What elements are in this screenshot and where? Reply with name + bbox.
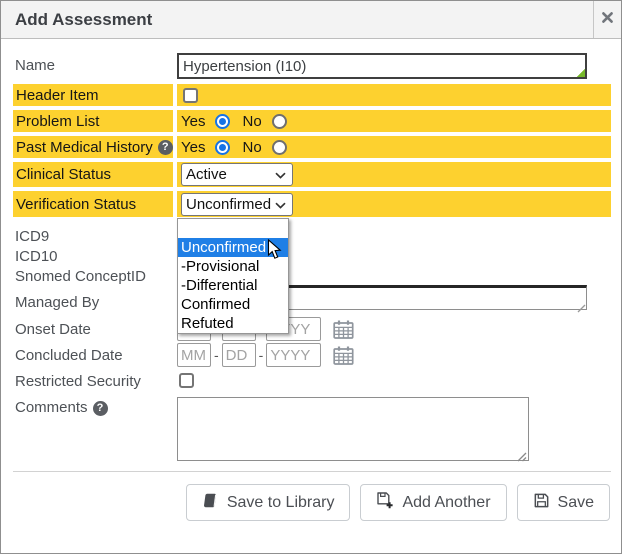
name-input-corner-marker	[577, 69, 585, 77]
resize-handle[interactable]	[577, 300, 586, 318]
verification-status-label: Verification Status	[16, 196, 136, 213]
clinical-status-select[interactable]: Active	[181, 163, 293, 186]
problem-list-label: Problem List	[16, 113, 99, 130]
problem-list-row: Problem List Yes No	[13, 110, 611, 132]
verification-status-select[interactable]: Unconfirmed	[181, 193, 293, 216]
header-item-value-cell	[177, 84, 611, 106]
problem-list-value-cell: Yes No	[177, 110, 611, 132]
concluded-day-input[interactable]	[222, 343, 256, 367]
restricted-security-checkbox[interactable]	[179, 373, 194, 388]
dialog-title: Add Assessment	[15, 1, 152, 38]
mouse-cursor-icon	[267, 239, 282, 265]
pmh-yes-radio[interactable]	[215, 140, 230, 155]
dialog-titlebar: Add Assessment	[1, 1, 621, 39]
past-medical-history-label: Past Medical History	[16, 139, 153, 156]
problem-list-yes-radio[interactable]	[215, 114, 230, 129]
concluded-date-group: - -	[177, 343, 354, 367]
book-icon	[202, 492, 219, 514]
verification-status-dropdown: Unconfirmed -Provisional -Differential C…	[177, 218, 289, 334]
clinical-status-label: Clinical Status	[16, 166, 111, 183]
add-another-button[interactable]: Add Another	[360, 484, 506, 521]
comments-label-wrap: Comments ?	[15, 398, 108, 418]
footer-button-bar: Save to Library Add Another Save	[186, 484, 610, 521]
comments-label: Comments	[15, 398, 88, 418]
concluded-year-input[interactable]	[266, 343, 321, 367]
dropdown-option-confirmed[interactable]: Confirmed	[178, 295, 288, 314]
header-item-label-cell: Header Item	[13, 84, 173, 106]
snomed-conceptid-label: Snomed ConceptID	[15, 267, 146, 287]
add-assessment-dialog: Add Assessment Name Header Item Problem …	[0, 0, 622, 554]
verification-status-label-cell: Verification Status	[13, 191, 173, 217]
concluded-date-label: Concluded Date	[15, 346, 123, 366]
date-separator: -	[214, 347, 219, 363]
pmh-no-label: No	[242, 139, 261, 156]
problem-list-no-label: No	[242, 113, 261, 130]
pmh-yes-label: Yes	[181, 139, 205, 156]
save-button[interactable]: Save	[517, 484, 610, 521]
calendar-icon[interactable]	[333, 346, 354, 365]
help-icon[interactable]: ?	[158, 140, 173, 155]
dropdown-option-blank[interactable]	[178, 219, 288, 238]
chevron-down-icon	[275, 166, 286, 183]
clinical-status-label-cell: Clinical Status	[13, 162, 173, 187]
icd10-label: ICD10	[15, 247, 58, 267]
problem-list-no-radio[interactable]	[272, 114, 287, 129]
verification-status-value-cell: Unconfirmed	[177, 191, 611, 217]
add-another-label: Add Another	[402, 494, 490, 512]
verification-status-selected-value: Unconfirmed	[186, 196, 271, 213]
restricted-security-label: Restricted Security	[15, 372, 141, 392]
date-separator: -	[259, 347, 264, 363]
floppy-plus-icon	[376, 491, 394, 514]
clinical-status-selected-value: Active	[186, 166, 227, 183]
dropdown-option-refuted[interactable]: Refuted	[178, 314, 288, 333]
save-label: Save	[558, 494, 594, 512]
concluded-month-input[interactable]	[177, 343, 211, 367]
footer-divider	[13, 471, 611, 472]
onset-date-label: Onset Date	[15, 320, 91, 340]
save-to-library-button[interactable]: Save to Library	[186, 484, 351, 521]
name-label: Name	[15, 56, 55, 76]
clinical-status-value-cell: Active	[177, 162, 611, 187]
dropdown-option-differential[interactable]: -Differential	[178, 276, 288, 295]
resize-handle[interactable]	[517, 449, 527, 467]
past-medical-history-value-cell: Yes No	[177, 136, 611, 158]
header-item-row: Header Item	[13, 84, 611, 106]
clinical-status-row: Clinical Status Active	[13, 162, 611, 187]
problem-list-label-cell: Problem List	[13, 110, 173, 132]
pmh-no-radio[interactable]	[272, 140, 287, 155]
floppy-disk-icon	[533, 492, 550, 514]
close-icon	[601, 11, 614, 29]
header-item-checkbox[interactable]	[183, 88, 198, 103]
icd9-label: ICD9	[15, 227, 49, 247]
close-button[interactable]	[593, 1, 621, 38]
past-medical-history-row: Past Medical History ? Yes No	[13, 136, 611, 158]
header-item-label: Header Item	[16, 87, 99, 104]
name-input[interactable]	[177, 53, 587, 79]
calendar-icon[interactable]	[333, 320, 354, 339]
save-to-library-label: Save to Library	[227, 494, 335, 512]
problem-list-yes-label: Yes	[181, 113, 205, 130]
name-field-wrap	[177, 53, 587, 79]
chevron-down-icon	[275, 196, 286, 213]
comments-textarea[interactable]	[177, 397, 529, 461]
verification-status-row: Verification Status Unconfirmed	[13, 191, 611, 217]
past-medical-history-label-cell: Past Medical History ?	[13, 136, 173, 158]
managed-by-label: Managed By	[15, 293, 99, 313]
help-icon[interactable]: ?	[93, 401, 108, 416]
